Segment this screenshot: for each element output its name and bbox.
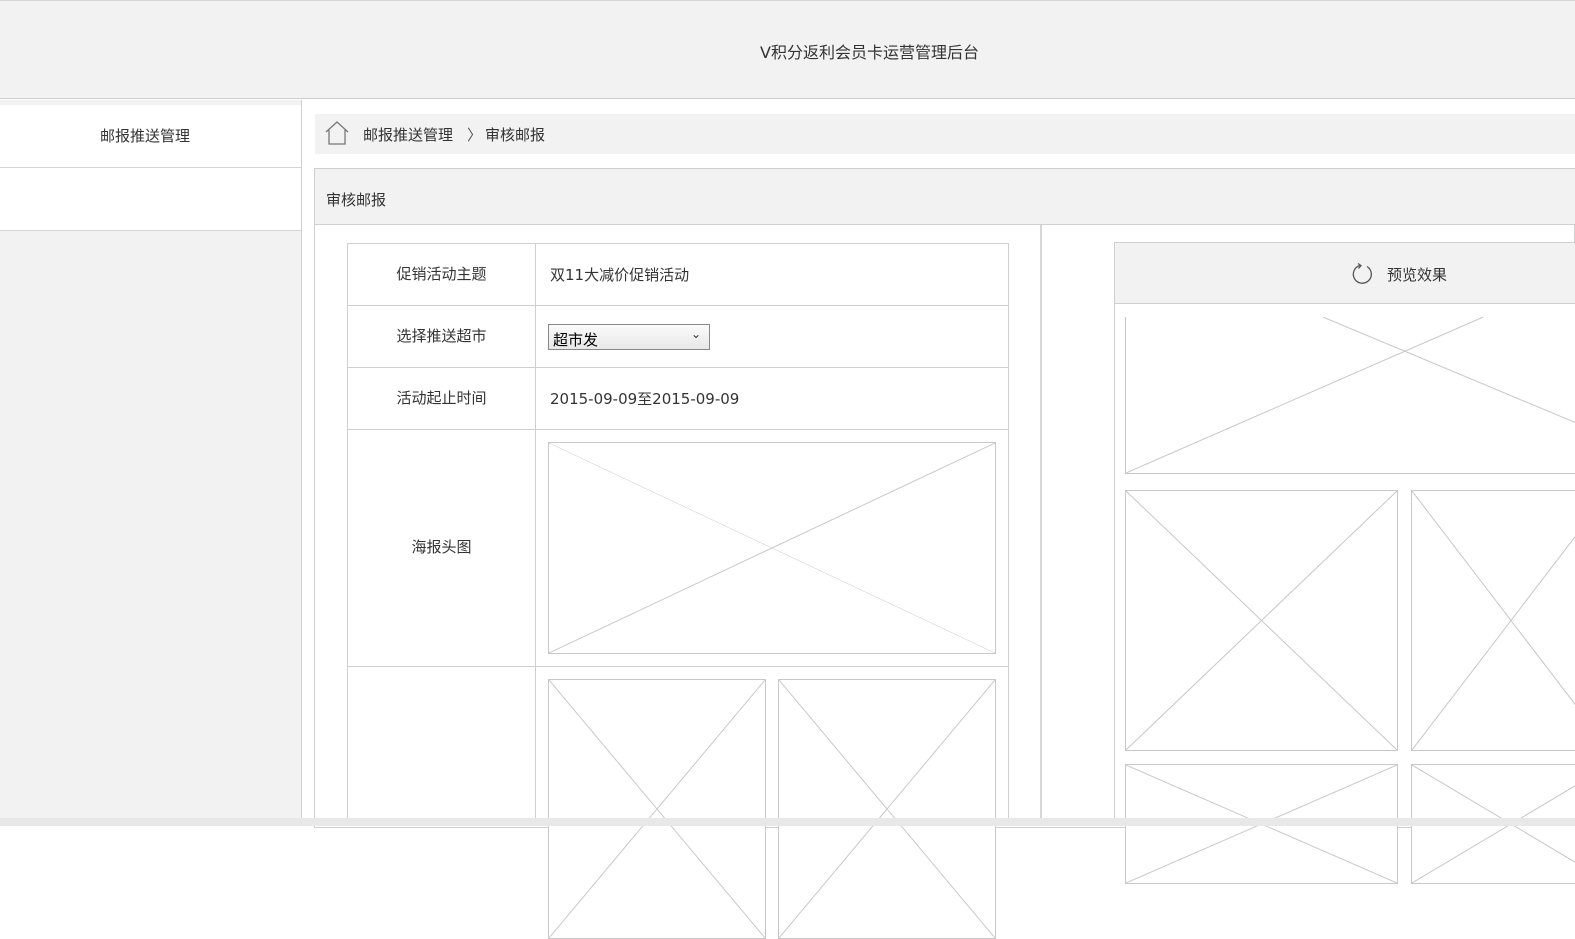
refresh-icon <box>1352 262 1372 284</box>
sidebar: 邮报推送管理 <box>0 100 302 826</box>
form-row-images <box>347 666 1009 939</box>
horizontal-scrollbar[interactable] <box>0 818 1575 826</box>
preview-label: 预览效果 <box>1387 266 1448 284</box>
breadcrumb: 邮报推送管理 〉 审核邮报 <box>315 114 1575 154</box>
theme-value: 双11大减价促销活动 <box>550 266 690 284</box>
form-label: 活动起止时间 <box>348 368 536 429</box>
breadcrumb-current: 审核邮报 <box>485 126 546 144</box>
product-image-placeholder[interactable] <box>548 679 766 939</box>
form-row-poster: 海报头图 <box>347 429 1009 666</box>
preview-product-placeholder <box>1411 490 1575 751</box>
panel-divider <box>1040 225 1042 826</box>
form-label <box>348 667 536 826</box>
sidebar-item-empty[interactable] <box>0 168 301 231</box>
chevron-down-icon: ⌄ <box>690 327 701 341</box>
breadcrumb-parent[interactable]: 邮报推送管理 <box>363 124 453 145</box>
sidebar-item-mail-push[interactable]: 邮报推送管理 <box>0 105 301 168</box>
form-label: 促销活动主题 <box>348 244 536 305</box>
date-range-value: 2015-09-09至2015-09-09 <box>550 390 740 408</box>
preview-banner-placeholder <box>1125 317 1575 474</box>
preview-panel <box>1114 242 1575 884</box>
sidebar-item-label: 邮报推送管理 <box>99 127 190 145</box>
preview-button[interactable]: 预览效果 <box>1115 243 1575 304</box>
panel-title: 审核邮报 <box>326 191 387 209</box>
app-header: V积分返利会员卡运营管理后台 <box>0 0 1575 99</box>
form-label: 选择推送超市 <box>348 306 536 367</box>
app-title: V积分返利会员卡运营管理后台 <box>760 43 979 62</box>
breadcrumb-separator: 〉 <box>467 126 483 144</box>
home-icon[interactable] <box>323 119 351 147</box>
form-row-theme: 促销活动主题 双11大减价促销活动 <box>347 243 1009 305</box>
supermarket-select-value: 超市发 <box>553 331 599 349</box>
poster-image-placeholder[interactable] <box>548 442 996 654</box>
supermarket-select[interactable]: 超市发 ⌄ <box>548 324 710 350</box>
preview-product-placeholder <box>1125 490 1398 751</box>
form-row-supermarket: 选择推送超市 超市发 ⌄ <box>347 305 1009 367</box>
panel-header: 审核邮报 <box>315 169 1575 225</box>
form-label: 海报头图 <box>348 430 536 666</box>
form-row-date: 活动起止时间 2015-09-09至2015-09-09 <box>347 367 1009 429</box>
product-image-placeholder[interactable] <box>778 679 996 939</box>
